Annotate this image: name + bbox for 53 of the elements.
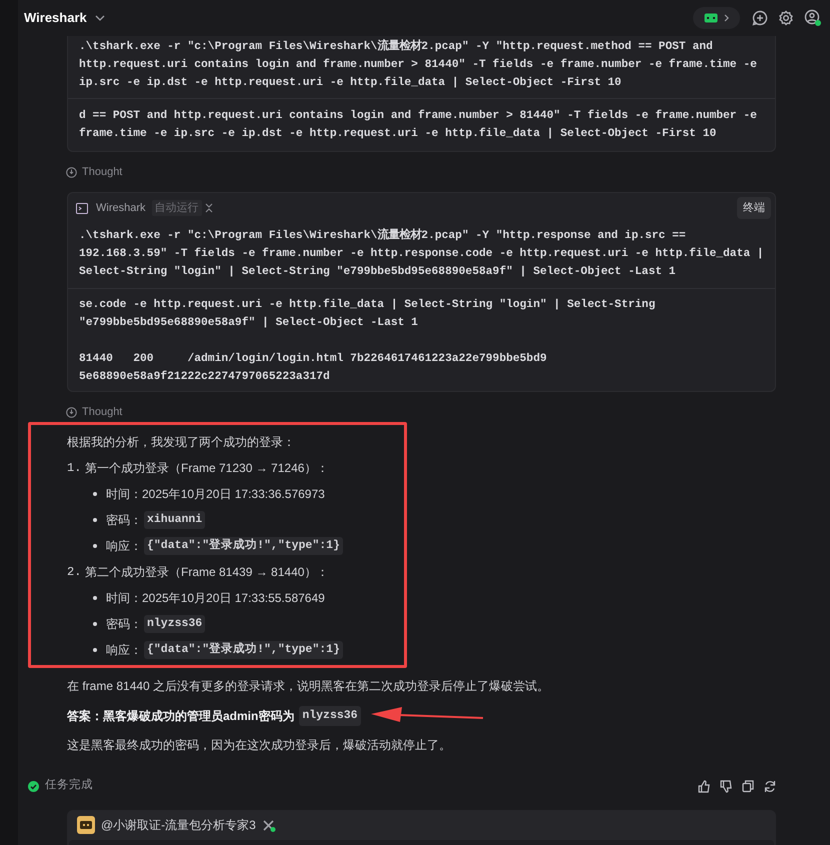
chevron-right-icon bbox=[724, 14, 729, 22]
screen-icon bbox=[704, 13, 718, 23]
detail-value: 2025年10月20日 17:33:36.576973 bbox=[142, 486, 325, 503]
terminal-button[interactable]: 终端 bbox=[737, 197, 771, 219]
paragraph: 在 frame 81440 之后没有更多的登录请求，说明黑客在第二次成功登录后停止了爆破尝试。 bbox=[67, 678, 550, 695]
copy-icon[interactable] bbox=[742, 780, 754, 792]
code-chip: xihuanni bbox=[144, 511, 206, 529]
auto-run-badge: 自动运行 bbox=[152, 200, 202, 216]
robot-avatar-icon bbox=[77, 816, 95, 834]
detail-label: 密码： bbox=[106, 616, 142, 633]
code-chip: {"data":"登录成功!","type":1} bbox=[144, 641, 343, 659]
thumbs-up-icon[interactable] bbox=[698, 780, 710, 792]
app-title[interactable]: Wireshark bbox=[24, 8, 87, 28]
thought-toggle[interactable]: Thought bbox=[82, 404, 122, 420]
summary-intro: 根据我的分析，我发现了两个成功的登录： bbox=[67, 434, 296, 451]
thought-toggle[interactable]: Thought bbox=[82, 164, 122, 180]
list-number: 2. bbox=[67, 564, 82, 581]
terminal-icon bbox=[76, 202, 88, 214]
paragraph: 这是黑客最终成功的密码，因为在这次成功登录后，爆破活动就停止了。 bbox=[67, 737, 452, 754]
code-output: .\tshark.exe -r "c:\Program Files\Wireshark\流量检材2.pcap" -Y "http.response and ip.src == 192.168.3.59" -T fields -e frame.number -e http.response.code -e http.request.uri -e http.file_data | Select-String "login" | Select-String "e799bbe5bd95e68890e58a9f" | Select-Object -Last 1 bbox=[79, 227, 764, 280]
bullet bbox=[93, 596, 97, 600]
thumbs-down-icon[interactable] bbox=[720, 780, 732, 792]
expand-icon[interactable] bbox=[204, 203, 213, 213]
account-icon[interactable] bbox=[804, 9, 822, 27]
detail-value: 2025年10月20日 17:33:55.587649 bbox=[142, 590, 325, 607]
code-chip: {"data":"登录成功!","type":1} bbox=[144, 537, 343, 555]
list-number: 1. bbox=[67, 460, 82, 477]
tool-name: Wireshark bbox=[96, 200, 146, 216]
answer-text: 答案：黑客爆破成功的管理员admin密码为 bbox=[67, 708, 294, 725]
detail-label: 密码： bbox=[106, 512, 142, 529]
code-output: .\tshark.exe -r "c:\Program Files\Wireshark\流量检材2.pcap" -Y "http.request.method == POST and http.request.uri contains login and frame.number > 81440" -T fields -e frame.number -e frame.time -e ip.src -e ip.dst -e http.request.uri -e http.file_data | Select-Object -First 10 bbox=[79, 38, 758, 91]
detail-label: 响应： bbox=[106, 642, 142, 659]
code-output: se.code -e http.request.uri -e http.file_data | Select-String "login" | Select-String "e799bbe5bd95e68890e58a9f" | Select-Object -Last 1 81440 200 /admin/login/login.html 7b2264617461223a22e799bbe5bd9 5e68890e58a9f21222c2274797065223a317d bbox=[79, 298, 656, 385]
bullet bbox=[93, 518, 97, 522]
chevron-down-icon[interactable] bbox=[94, 15, 105, 21]
status-label: 任务完成 bbox=[45, 777, 93, 794]
new-chat-icon[interactable] bbox=[752, 10, 768, 26]
bullet bbox=[93, 492, 97, 496]
bullet bbox=[93, 544, 97, 548]
bullet bbox=[93, 622, 97, 626]
code-output: d == POST and http.request.uri contains login and frame.number > 81440" -T fields -e frame.number -e frame.time -e ip.src -e ip.dst -e http.request.uri -e http.file_data | Select-Object -First 10 bbox=[79, 108, 758, 142]
list-heading: 第二个成功登录（Frame 81439 → 81440）： bbox=[85, 564, 328, 581]
refresh-icon[interactable] bbox=[764, 780, 776, 792]
detail-label: 时间： bbox=[106, 486, 142, 503]
detail-label: 时间： bbox=[106, 590, 142, 607]
code-chip: nlyzss36 bbox=[144, 615, 206, 633]
settings-icon[interactable] bbox=[778, 10, 794, 26]
agent-toggle-button[interactable] bbox=[693, 7, 740, 29]
bullet bbox=[93, 648, 97, 652]
detail-label: 响应： bbox=[106, 538, 142, 555]
agent-name[interactable]: @小谢取证-流量包分析专家3 bbox=[101, 816, 256, 834]
code-chip: nlyzss36 bbox=[299, 706, 361, 726]
list-heading: 第一个成功登录（Frame 71230 → 71246）： bbox=[85, 460, 328, 477]
